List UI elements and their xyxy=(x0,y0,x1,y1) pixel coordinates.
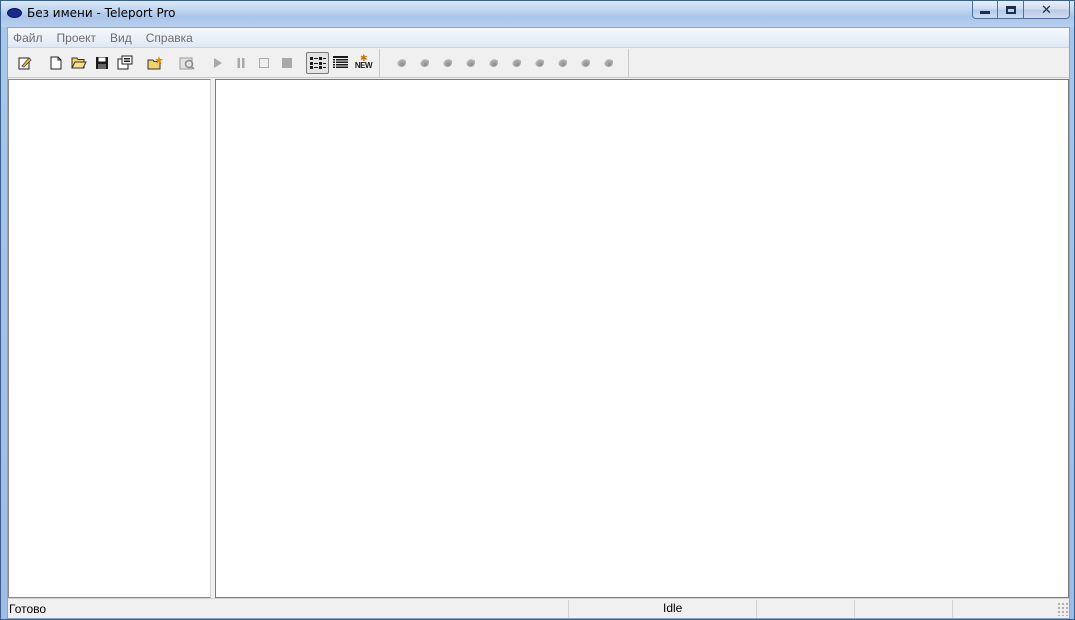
project-settings-button[interactable] xyxy=(113,52,136,74)
status-state: Idle xyxy=(568,599,756,618)
pause-icon xyxy=(237,57,244,68)
new-files-button[interactable]: ✱ NEW xyxy=(352,52,375,74)
client-area: Файл Проект Вид Справка ✱ NEW Готово Idl… xyxy=(7,27,1070,619)
list-view-icon xyxy=(309,56,326,69)
level-icon xyxy=(443,58,452,67)
menu-file[interactable]: Файл xyxy=(8,28,50,48)
maximize-button[interactable] xyxy=(998,1,1024,19)
level-icon xyxy=(512,58,521,67)
toolbar-group-main: ✱ NEW xyxy=(13,48,380,77)
level-button-4[interactable] xyxy=(459,52,482,74)
project-tree-pane[interactable] xyxy=(8,79,211,598)
level-icon xyxy=(397,58,406,67)
new-address-icon xyxy=(147,55,163,69)
level-button-8[interactable] xyxy=(551,52,574,74)
status-pane-5 xyxy=(952,599,1052,618)
level-icon xyxy=(535,58,544,67)
app-window: Без имени - Teleport Pro ✕ Файл Проект В… xyxy=(0,0,1075,620)
save-project-button[interactable] xyxy=(90,52,113,74)
stop-icon xyxy=(258,57,269,68)
maximize-icon xyxy=(1005,5,1016,14)
close-button[interactable]: ✕ xyxy=(1024,1,1070,19)
toolbar: ✱ NEW xyxy=(8,48,1069,78)
project-settings-icon xyxy=(117,55,132,70)
minimize-icon xyxy=(980,11,990,14)
workspace xyxy=(8,79,1069,598)
close-icon: ✕ xyxy=(1041,1,1052,17)
new-files-label: NEW xyxy=(354,61,373,70)
new-project-icon xyxy=(50,56,61,69)
level-button-7[interactable] xyxy=(528,52,551,74)
level-icon xyxy=(558,58,567,67)
level-button-1[interactable] xyxy=(390,52,413,74)
open-project-button[interactable] xyxy=(67,52,90,74)
resize-grip-icon[interactable] xyxy=(1057,601,1069,616)
browse-button[interactable] xyxy=(175,52,198,74)
toolbar-group-levels xyxy=(384,48,629,77)
minimize-button[interactable] xyxy=(972,1,998,19)
window-controls: ✕ xyxy=(972,1,1070,19)
level-button-6[interactable] xyxy=(505,52,528,74)
stop-all-button[interactable] xyxy=(275,52,298,74)
status-pane-3 xyxy=(756,599,854,618)
status-pane-4 xyxy=(854,599,952,618)
level-icon xyxy=(489,58,498,67)
stop-button[interactable] xyxy=(252,52,275,74)
project-properties-icon xyxy=(18,56,32,69)
menu-help[interactable]: Справка xyxy=(139,28,200,48)
project-properties-button[interactable] xyxy=(13,52,36,74)
status-bar: Готово Idle xyxy=(8,598,1069,618)
details-view-icon xyxy=(333,56,348,68)
level-button-3[interactable] xyxy=(436,52,459,74)
pause-button[interactable] xyxy=(229,52,252,74)
new-project-button[interactable] xyxy=(44,52,67,74)
menu-project[interactable]: Проект xyxy=(50,28,104,48)
list-view-button[interactable] xyxy=(306,51,329,74)
start-icon xyxy=(213,57,222,68)
level-button-9[interactable] xyxy=(574,52,597,74)
app-icon[interactable] xyxy=(7,8,22,18)
start-button[interactable] xyxy=(206,52,229,74)
title-bar[interactable]: Без имени - Teleport Pro ✕ xyxy=(1,1,1074,27)
file-list-pane[interactable] xyxy=(215,79,1069,598)
level-icon xyxy=(466,58,475,67)
details-view-button[interactable] xyxy=(329,52,352,74)
level-icon xyxy=(604,58,613,67)
new-address-button[interactable] xyxy=(144,52,167,74)
window-title: Без имени - Teleport Pro xyxy=(27,6,176,20)
menu-bar: Файл Проект Вид Справка xyxy=(8,28,1069,48)
save-project-icon xyxy=(95,56,108,69)
level-icon xyxy=(420,58,429,67)
stop-all-icon xyxy=(281,57,292,68)
level-button-2[interactable] xyxy=(413,52,436,74)
status-text: Готово xyxy=(9,601,47,616)
browse-icon xyxy=(179,57,195,70)
level-button-5[interactable] xyxy=(482,52,505,74)
menu-view[interactable]: Вид xyxy=(103,28,139,48)
new-files-icon: ✱ NEW xyxy=(354,54,373,70)
level-button-10[interactable] xyxy=(597,52,620,74)
open-project-icon xyxy=(70,57,87,69)
level-icon xyxy=(581,58,590,67)
